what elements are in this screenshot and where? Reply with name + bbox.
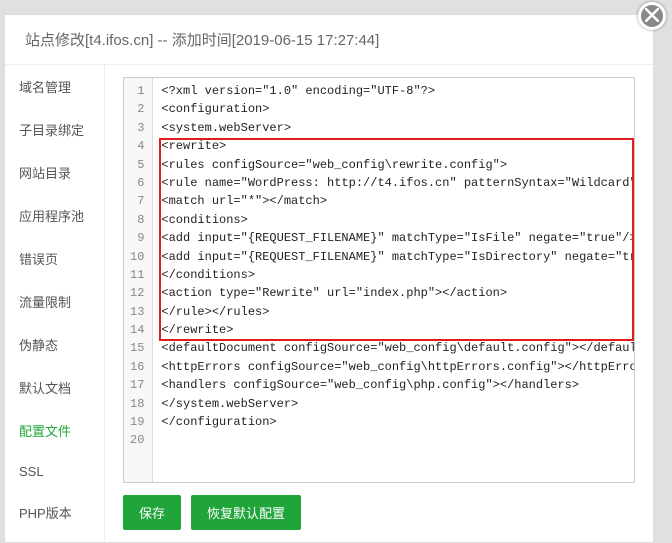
sidebar-item[interactable]: 应用程序池 (5, 194, 104, 237)
code-line[interactable]: <add input="{REQUEST_FILENAME}" matchTyp… (161, 229, 634, 247)
code-line[interactable]: <configuration> (161, 100, 634, 118)
code-line[interactable]: <action type="Rewrite" url="index.php"><… (161, 284, 634, 302)
line-number: 11 (124, 266, 152, 284)
code-line[interactable]: <rules configSource="web_config\rewrite.… (161, 156, 634, 174)
code-line[interactable]: <match url="*"></match> (161, 192, 634, 210)
line-number: 9 (124, 229, 152, 247)
line-number: 3 (124, 119, 152, 137)
code-line[interactable]: <conditions> (161, 211, 634, 229)
sidebar-item[interactable]: 伪静态 (5, 323, 104, 366)
line-number-gutter: 1234567891011121314151617181920 (124, 78, 153, 482)
sidebar-item[interactable]: 域名管理 (5, 65, 104, 108)
dialog-title: 站点修改[t4.ifos.cn] -- 添加时间[2019-06-15 17:2… (5, 15, 653, 65)
code-line[interactable]: <httpErrors configSource="web_config\htt… (161, 358, 634, 376)
sidebar-item[interactable]: 错误页 (5, 237, 104, 280)
code-line[interactable]: <rule name="WordPress: http://t4.ifos.cn… (161, 174, 634, 192)
sidebar-item[interactable]: 子目录绑定 (5, 108, 104, 151)
sidebar-item[interactable]: 重定向 (5, 534, 104, 542)
line-number: 17 (124, 376, 152, 394)
save-button[interactable]: 保存 (123, 495, 181, 530)
line-number: 6 (124, 174, 152, 192)
code-line[interactable]: <add input="{REQUEST_FILENAME}" matchTyp… (161, 248, 634, 266)
line-number: 12 (124, 284, 152, 302)
sidebar-item[interactable]: 默认文档 (5, 366, 104, 409)
code-line[interactable]: <system.webServer> (161, 119, 634, 137)
code-line[interactable]: </system.webServer> (161, 395, 634, 413)
line-number: 5 (124, 156, 152, 174)
line-number: 1 (124, 82, 152, 100)
line-number: 16 (124, 358, 152, 376)
line-number: 14 (124, 321, 152, 339)
line-number: 13 (124, 303, 152, 321)
code-content[interactable]: <?xml version="1.0" encoding="UTF-8"?><c… (153, 78, 634, 454)
code-editor[interactable]: 1234567891011121314151617181920 <?xml ve… (123, 77, 635, 483)
line-number: 2 (124, 100, 152, 118)
line-number: 8 (124, 211, 152, 229)
close-button[interactable] (638, 2, 666, 30)
line-number: 19 (124, 413, 152, 431)
line-number: 15 (124, 339, 152, 357)
code-line[interactable]: <handlers configSource="web_config\php.c… (161, 376, 634, 394)
code-line[interactable]: </conditions> (161, 266, 634, 284)
sidebar-item[interactable]: PHP版本 (5, 491, 104, 534)
line-number: 7 (124, 192, 152, 210)
line-number: 4 (124, 137, 152, 155)
line-number: 20 (124, 431, 152, 449)
code-line[interactable]: <rewrite> (161, 137, 634, 155)
code-line[interactable]: </rewrite> (161, 321, 634, 339)
sidebar-item[interactable]: 网站目录 (5, 151, 104, 194)
sidebar-item[interactable]: 配置文件 (5, 409, 104, 452)
close-icon (645, 8, 659, 25)
code-line[interactable]: </rule></rules> (161, 303, 634, 321)
restore-default-button[interactable]: 恢复默认配置 (191, 495, 301, 530)
dialog-window: 站点修改[t4.ifos.cn] -- 添加时间[2019-06-15 17:2… (4, 14, 654, 543)
line-number: 18 (124, 395, 152, 413)
sidebar-item[interactable]: SSL (5, 452, 104, 491)
code-line[interactable] (161, 431, 634, 449)
sidebar-item[interactable]: 流量限制 (5, 280, 104, 323)
sidebar: 域名管理子目录绑定网站目录应用程序池错误页流量限制伪静态默认文档配置文件SSLP… (5, 65, 105, 542)
code-line[interactable]: <defaultDocument configSource="web_confi… (161, 339, 634, 357)
code-line[interactable]: <?xml version="1.0" encoding="UTF-8"?> (161, 82, 634, 100)
code-line[interactable]: </configuration> (161, 413, 634, 431)
line-number: 10 (124, 248, 152, 266)
